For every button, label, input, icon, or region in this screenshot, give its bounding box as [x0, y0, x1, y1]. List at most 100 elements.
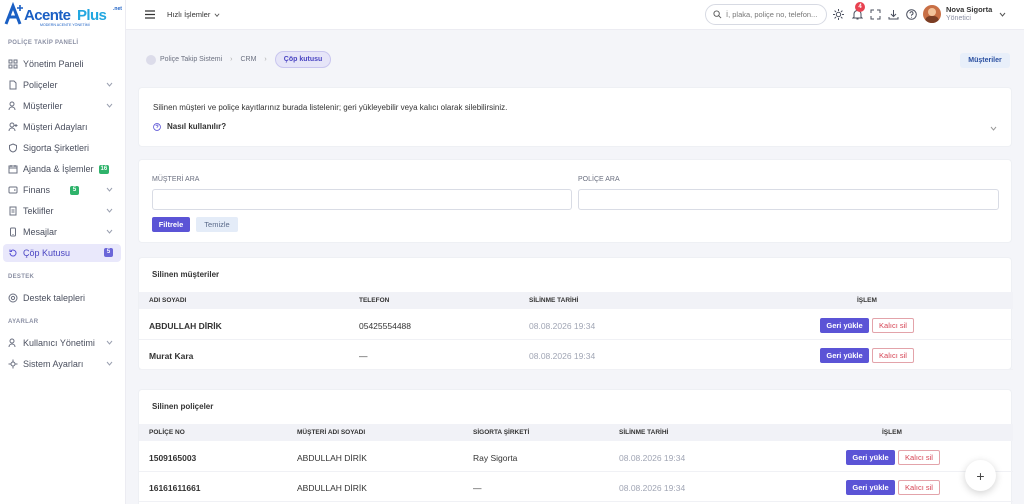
deleted-customers-card: Silinen müşteriler ADI SOYADI TELEFON Sİ…: [138, 257, 1013, 370]
restore-button[interactable]: Geri yükle: [820, 318, 869, 333]
table-row: ABDULLAH DİRİK 05425554488 08.08.2026 19…: [139, 311, 1013, 340]
column-header: POLİÇE NO: [149, 429, 185, 436]
logo[interactable]: Acente Plus .net MODERN ACENTE YÖNETİMİ: [0, 0, 125, 30]
sidebar-item-system-settings[interactable]: Sistem Ayarları: [3, 355, 121, 373]
clear-button[interactable]: Temizle: [196, 217, 238, 232]
home-icon: [146, 54, 156, 65]
deleted-date: 08.08.2026 19:34: [529, 351, 596, 361]
sidebar-item-user-management[interactable]: Kullanıcı Yönetimi: [3, 334, 121, 352]
gear-icon: [8, 359, 18, 369]
chevron-down-icon: [106, 82, 113, 87]
support-icon: [8, 293, 18, 303]
customer-name: ABDULLAH DİRİK: [149, 321, 222, 331]
user-name[interactable]: Nova Sigorta: [946, 5, 992, 14]
breadcrumb: Poliçe Takip Sistemi › CRM › Çöp kutusu: [146, 51, 332, 68]
sidebar-item-finance[interactable]: Finans 5: [3, 181, 121, 199]
restore-button[interactable]: Geri yükle: [820, 348, 869, 363]
user-role: Yönetici: [946, 15, 971, 22]
sun-icon[interactable]: [833, 9, 844, 20]
sidebar-item-label: Kullanıcı Yönetimi: [23, 338, 95, 348]
policy-company: Ray Sigorta: [473, 453, 518, 463]
fullscreen-icon[interactable]: [870, 9, 881, 20]
policy-search-input[interactable]: [578, 189, 999, 210]
delete-permanent-button[interactable]: Kalıcı sil: [898, 480, 940, 495]
phone-icon: [10, 227, 16, 237]
search-icon: [713, 10, 722, 19]
chevron-down-icon[interactable]: [999, 11, 1006, 18]
download-icon[interactable]: [888, 9, 899, 20]
breadcrumb-current: Çöp kutusu: [274, 51, 332, 68]
menu-icon[interactable]: [145, 10, 155, 19]
chevron-down-icon: [106, 361, 113, 366]
help-icon[interactable]: [906, 9, 917, 20]
column-header: TELEFON: [359, 297, 390, 304]
sidebar-item-support[interactable]: Destek talepleri: [3, 289, 121, 307]
section-label: AYARLAR: [8, 319, 39, 325]
deleted-date: 08.08.2026 19:34: [619, 483, 686, 493]
info-text: Silinen müşteri ve poliçe kayıtlarınız b…: [153, 103, 508, 112]
table-row: 1509165003 ABDULLAH DİRİK Ray Sigorta 08…: [139, 443, 1013, 472]
sidebar-item-label: Finans: [23, 185, 51, 195]
sidebar-item-messages[interactable]: Mesajlar: [3, 223, 121, 241]
quick-actions-label: Hızlı İşlemler: [167, 10, 211, 19]
sidebar-item-companies[interactable]: Sigorta Şirketleri: [3, 139, 121, 157]
customer-search-label: MÜŞTERİ ARA: [152, 176, 200, 183]
table-header: POLİÇE NO MÜŞTERİ ADI SOYADI SİGORTA ŞİR…: [139, 424, 1013, 441]
sidebar-item-trash[interactable]: Çöp Kutusu 5: [3, 244, 121, 262]
chevron-down-icon[interactable]: [990, 125, 997, 132]
sidebar-item-label: Sistem Ayarları: [23, 359, 84, 369]
chevron-down-icon: [106, 208, 113, 213]
column-header: SİLİNME TARİHİ: [529, 297, 579, 304]
sidebar-item-agenda[interactable]: Ajanda & İşlemler 16: [3, 160, 121, 178]
customer-phone: —: [359, 351, 368, 361]
sidebar-item-policies[interactable]: Poliçeler: [3, 76, 121, 94]
recycle-icon: [9, 249, 17, 257]
chevron-down-icon: [106, 340, 113, 345]
column-header: SİGORTA ŞİRKETİ: [473, 429, 530, 436]
customer-search-input[interactable]: [152, 189, 572, 210]
delete-permanent-button[interactable]: Kalıcı sil: [872, 348, 914, 363]
search-input[interactable]: İ, plaka, poliçe no, telefon...: [726, 10, 817, 19]
delete-permanent-button[interactable]: Kalıcı sil: [898, 450, 940, 465]
avatar[interactable]: [923, 5, 941, 23]
count-badge: 16: [98, 164, 110, 174]
delete-permanent-button[interactable]: Kalıcı sil: [872, 318, 914, 333]
customer-name: Murat Kara: [149, 351, 194, 361]
sidebar-item-dashboard[interactable]: Yönetim Paneli: [3, 55, 121, 73]
sidebar: Acente Plus .net MODERN ACENTE YÖNETİMİ …: [0, 0, 126, 504]
restore-button[interactable]: Geri yükle: [846, 480, 895, 495]
notification-badge: 4: [855, 2, 865, 12]
restore-button[interactable]: Geri yükle: [846, 450, 895, 465]
howto-toggle[interactable]: Nasıl kullanılır?: [153, 122, 226, 131]
info-card: Silinen müşteri ve poliçe kayıtlarınız b…: [138, 87, 1012, 147]
notifications-button[interactable]: 4: [852, 2, 865, 20]
sidebar-item-customers[interactable]: Müşteriler: [3, 97, 121, 115]
user-plus-icon: [8, 122, 18, 132]
breadcrumb-item[interactable]: Poliçe Takip Sistemi: [160, 56, 222, 63]
sidebar-item-leads[interactable]: Müşteri Adayları: [3, 118, 121, 136]
chevron-down-icon: [106, 103, 113, 108]
help-icon: [153, 122, 161, 131]
sidebar-item-label: Müşteri Adayları: [23, 122, 88, 132]
column-header: MÜŞTERİ ADI SOYADI: [297, 429, 366, 436]
deleted-date: 08.08.2026 19:34: [619, 453, 686, 463]
sidebar-item-label: Poliçeler: [23, 80, 58, 90]
quick-actions-dropdown[interactable]: Hızlı İşlemler: [167, 10, 220, 19]
file-icon: [9, 206, 17, 216]
customers-button[interactable]: Müşteriler: [960, 53, 1010, 68]
column-header: SİLİNME TARİHİ: [619, 429, 669, 436]
document-icon: [9, 80, 17, 90]
section-label: DESTEK: [8, 274, 35, 280]
filter-button[interactable]: Filtrele: [152, 217, 190, 232]
svg-text:.net: .net: [113, 6, 122, 12]
policy-customer: ABDULLAH DİRİK: [297, 453, 367, 463]
sidebar-item-label: Müşteriler: [23, 101, 63, 111]
breadcrumb-item[interactable]: CRM: [240, 56, 256, 63]
breadcrumb-separator: ›: [264, 56, 267, 63]
column-header: İŞLEM: [857, 297, 877, 304]
search-box[interactable]: İ, plaka, poliçe no, telefon...: [705, 4, 827, 25]
svg-text:Acente: Acente: [24, 7, 71, 24]
sidebar-item-quotes[interactable]: Teklifler: [3, 202, 121, 220]
chevron-down-icon: [106, 187, 113, 192]
add-fab-button[interactable]: +: [965, 460, 996, 491]
